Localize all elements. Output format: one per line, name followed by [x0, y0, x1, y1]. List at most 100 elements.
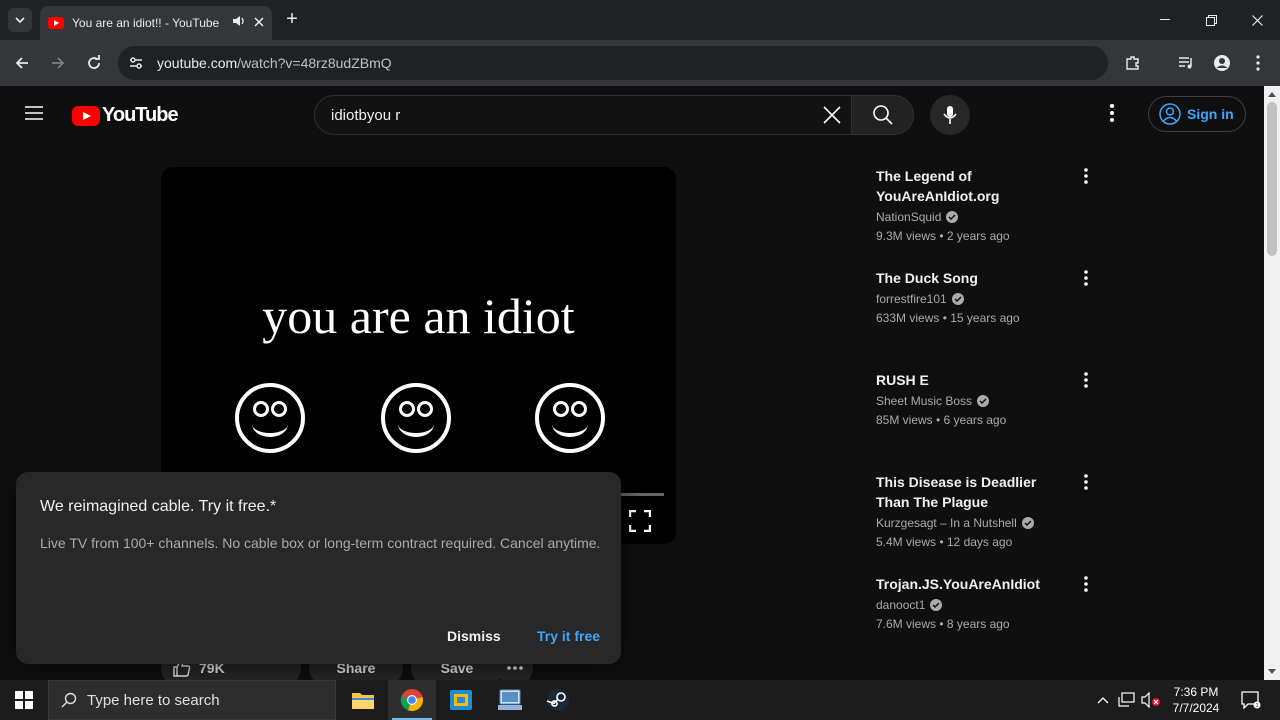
- restore-button[interactable]: [1188, 0, 1234, 40]
- recommendation-title: Trojan.JS.YouAreAnIdiot: [876, 576, 1040, 592]
- remote-desktop-icon: [450, 690, 472, 710]
- tab-title: You are an idiot!! - YouTube: [72, 16, 220, 30]
- recommendation-menu-icon[interactable]: [1084, 372, 1088, 393]
- file-explorer-button[interactable]: [339, 680, 387, 720]
- volume-button[interactable]: [1140, 680, 1162, 720]
- youtube-play-icon: [72, 105, 100, 126]
- hamburger-icon: [25, 106, 43, 120]
- try-it-free-button[interactable]: Try it free: [537, 628, 600, 644]
- recommendation-menu-icon[interactable]: [1084, 270, 1088, 291]
- back-button[interactable]: [10, 51, 34, 75]
- steam-button[interactable]: [534, 680, 582, 720]
- dismiss-button[interactable]: Dismiss: [447, 628, 501, 644]
- scroll-down-arrow-icon[interactable]: [1268, 669, 1276, 674]
- video-overlay-text: you are an idiot: [262, 288, 575, 344]
- channel-name: Kurzgesagt – In a Nutshell: [876, 516, 1017, 530]
- recommendation-title: RUSH E: [876, 372, 929, 388]
- recommendation-item[interactable]: RUSH E Sheet Music Boss 85M views • 6 ye…: [876, 370, 1106, 427]
- forward-arrow-icon: [52, 57, 65, 69]
- kebab-menu-icon: [1256, 55, 1260, 71]
- folder-icon: [352, 693, 374, 709]
- chevron-down-icon: [15, 17, 25, 23]
- video-meta: 9.3M views • 2 years ago: [876, 229, 1010, 243]
- browser-tab[interactable]: You are an idiot!! - YouTube: [40, 6, 272, 40]
- new-tab-button[interactable]: +: [282, 9, 302, 30]
- channel-name: forrestfire101: [876, 292, 947, 306]
- video-meta: 7.6M views • 8 years ago: [876, 617, 1010, 631]
- kebab-menu-icon: [1110, 104, 1114, 122]
- url-host: youtube.com: [157, 55, 238, 71]
- verified-check-icon: [977, 395, 990, 407]
- verified-check-icon: [930, 599, 943, 611]
- youtube-logo[interactable]: YouTube: [72, 104, 179, 127]
- search-button[interactable]: [851, 95, 914, 135]
- verified-check-icon: [1021, 517, 1034, 529]
- clear-search-icon[interactable]: [821, 104, 843, 131]
- recommendation-menu-icon[interactable]: [1084, 168, 1088, 189]
- recommendation-item[interactable]: The Duck Song forrestfire101 633M views …: [876, 268, 1106, 325]
- close-window-button[interactable]: [1234, 0, 1280, 40]
- search-icon: [61, 692, 77, 708]
- speaker-icon[interactable]: [232, 14, 246, 32]
- address-bar[interactable]: youtube.com/watch?v=48rz8udZBmQ: [118, 46, 1108, 80]
- tab-search-button[interactable]: [8, 8, 32, 32]
- page-scrollbar[interactable]: [1264, 86, 1280, 680]
- site-info-icon[interactable]: [128, 55, 144, 76]
- video-progress-bar[interactable]: [621, 493, 664, 496]
- recommendation-menu-icon[interactable]: [1084, 576, 1088, 597]
- tab-close-icon[interactable]: [254, 14, 264, 32]
- notification-center-button[interactable]: 1: [1234, 680, 1268, 720]
- smiley-face-icon: [535, 383, 605, 453]
- show-hidden-icons-button[interactable]: [1094, 680, 1112, 720]
- guide-menu-button[interactable]: [24, 105, 44, 126]
- minimize-button[interactable]: [1142, 0, 1188, 40]
- taskbar-clock[interactable]: 7:36 PM 7/7/2024: [1168, 684, 1224, 716]
- recommendation-menu-icon[interactable]: [1084, 474, 1088, 495]
- media-control-button[interactable]: [1174, 51, 1198, 75]
- search-input[interactable]: idiotbyou r: [314, 95, 852, 135]
- start-button[interactable]: [0, 680, 48, 720]
- sign-in-label: Sign in: [1187, 106, 1234, 122]
- video-meta: 633M views • 15 years ago: [876, 311, 1020, 325]
- settings-menu-button[interactable]: [1110, 104, 1114, 127]
- voice-search-button[interactable]: [930, 95, 970, 135]
- restore-icon: [1205, 14, 1217, 26]
- forward-button[interactable]: [46, 51, 70, 75]
- extensions-button[interactable]: [1121, 51, 1145, 75]
- puzzle-icon: [1126, 56, 1139, 70]
- recommendation-title: The Legend of YouAreAnIdiot.org: [876, 168, 1000, 204]
- recommendation-item[interactable]: The Legend of YouAreAnIdiot.org NationSq…: [876, 166, 1106, 243]
- network-status-button[interactable]: [1116, 680, 1138, 720]
- network-app-button[interactable]: [486, 680, 534, 720]
- chrome-icon: [400, 689, 423, 712]
- chevron-up-icon: [1097, 697, 1109, 704]
- browser-menu-button[interactable]: [1246, 51, 1270, 75]
- channel-name: NationSquid: [876, 210, 942, 224]
- fullscreen-button[interactable]: [628, 509, 652, 537]
- network-icon: [1118, 692, 1135, 707]
- windows-logo-icon: [15, 691, 33, 709]
- recommendation-item[interactable]: Trojan.JS.YouAreAnIdiot danooct1 7.6M vi…: [876, 574, 1106, 631]
- search-query: idiotbyou r: [331, 107, 401, 124]
- volume-muted-icon: [1141, 692, 1160, 708]
- recommendation-title: The Duck Song: [876, 270, 978, 286]
- scroll-up-arrow-icon[interactable]: [1268, 92, 1276, 97]
- chrome-button[interactable]: [388, 680, 436, 720]
- minimize-icon: [1160, 19, 1170, 20]
- scrollbar-thumb[interactable]: [1267, 102, 1277, 256]
- profile-button[interactable]: [1210, 51, 1234, 75]
- sign-in-button[interactable]: Sign in: [1148, 96, 1246, 132]
- promo-body: Live TV from 100+ channels. No cable box…: [40, 535, 601, 551]
- url-text: youtube.com/watch?v=48rz8udZBmQ: [157, 55, 392, 71]
- profile-icon: [1214, 55, 1230, 71]
- notification-icon: 1: [1241, 691, 1261, 709]
- remote-app-button[interactable]: [437, 680, 485, 720]
- taskbar-search-input[interactable]: Type here to search: [48, 680, 336, 720]
- recommendation-item[interactable]: This Disease is Deadlier Than The Plague…: [876, 472, 1106, 549]
- network-tool-icon: [498, 689, 522, 710]
- taskbar-search-placeholder: Type here to search: [87, 691, 220, 709]
- reload-button[interactable]: [82, 51, 106, 75]
- promo-dialog: We reimagined cable. Try it free.* Live …: [16, 472, 621, 664]
- channel-name: danooct1: [876, 598, 926, 612]
- youtube-favicon-icon: [48, 17, 64, 29]
